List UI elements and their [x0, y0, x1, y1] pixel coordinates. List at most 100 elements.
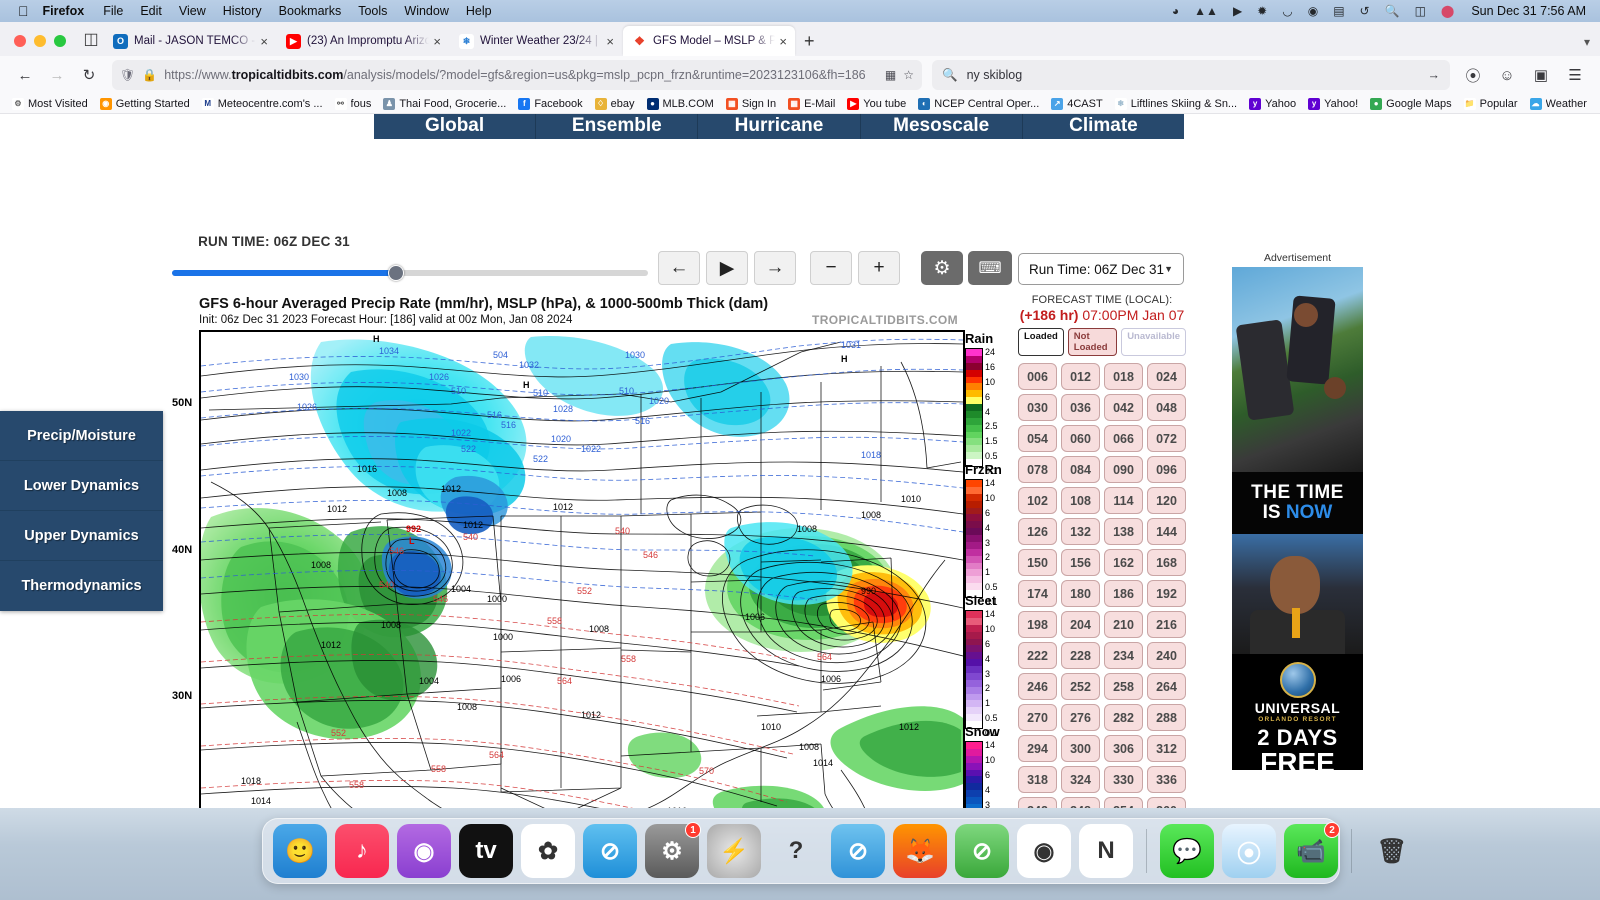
forecast-hour-button-084[interactable]: 084 [1061, 456, 1100, 483]
malwarebytes-icon[interactable]: ▲▲ [1194, 4, 1218, 18]
forecast-hour-button-156[interactable]: 156 [1061, 549, 1100, 576]
close-window-button[interactable] [14, 35, 26, 47]
menu-item-help[interactable]: Help [466, 4, 492, 18]
lock-warning-icon[interactable]: 🔒 [142, 68, 157, 82]
search-bar[interactable]: 🔍 ny skiblog → [932, 60, 1450, 90]
forecast-hour-button-306[interactable]: 306 [1104, 735, 1143, 762]
dock-item-firefox[interactable]: 🦊 [893, 824, 947, 878]
search-input[interactable]: ny skiblog [967, 68, 1419, 82]
search-icon[interactable]: 🔍 [1385, 4, 1400, 18]
bookmark-meteocentre[interactable]: MMeteocentre.com's ... [196, 97, 329, 111]
nav-tab-mesoscale[interactable]: Mesoscale [861, 114, 1023, 139]
run-time-select[interactable]: Run Time: 06Z Dec 31 ▼ [1018, 253, 1184, 285]
forecast-hour-button-018[interactable]: 018 [1104, 363, 1143, 390]
forecast-hour-button-264[interactable]: 264 [1147, 673, 1186, 700]
back-button[interactable]: ← [10, 60, 40, 90]
menu-item-view[interactable]: View [179, 4, 206, 18]
close-tab-icon[interactable]: × [260, 35, 268, 48]
browser-tab-0[interactable]: O Mail - JASON TEMCO - Outlook × [104, 26, 276, 56]
menu-item-history[interactable]: History [223, 4, 262, 18]
browser-tab-1[interactable]: ▶ (23) An Impromptu Arizona Bow × [277, 26, 449, 56]
forecast-hour-button-162[interactable]: 162 [1104, 549, 1143, 576]
sidebar-toggle-icon[interactable]: ◫ [78, 26, 104, 52]
minimize-window-button[interactable] [34, 35, 46, 47]
forecast-hour-button-330[interactable]: 330 [1104, 766, 1143, 793]
browser-tab-3-active[interactable]: ❖ GFS Model – MSLP & Precip (Ra × [623, 26, 795, 56]
dock-item-facetime[interactable]: 📹2 [1284, 824, 1338, 878]
forecast-hour-button-024[interactable]: 024 [1147, 363, 1186, 390]
forecast-hour-button-036[interactable]: 036 [1061, 394, 1100, 421]
bookmark-mlb[interactable]: ●MLB.COM [641, 97, 720, 111]
bookmark-google-maps[interactable]: ●Google Maps [1364, 97, 1457, 111]
forecast-hour-button-258[interactable]: 258 [1104, 673, 1143, 700]
forecast-hour-button-048[interactable]: 048 [1147, 394, 1186, 421]
play-button[interactable]: ▶ [706, 251, 748, 285]
bookmark-thai-food[interactable]: ♟Thai Food, Grocerie... [377, 97, 512, 111]
forecast-hour-button-336[interactable]: 336 [1147, 766, 1186, 793]
forecast-hour-button-204[interactable]: 204 [1061, 611, 1100, 638]
bookmark-getting-started[interactable]: ◉Getting Started [94, 97, 196, 111]
menu-item-bookmarks[interactable]: Bookmarks [279, 4, 342, 18]
forecast-hour-button-066[interactable]: 066 [1104, 425, 1143, 452]
forecast-hour-button-192[interactable]: 192 [1147, 580, 1186, 607]
forecast-hour-button-210[interactable]: 210 [1104, 611, 1143, 638]
bookmark-star-icon[interactable]: ☆ [903, 68, 914, 82]
display-color-icon[interactable]: ⬤ [1441, 4, 1454, 18]
bookmark-fous[interactable]: ⚯fous [329, 97, 378, 111]
bookmark-4cast[interactable]: ↗4CAST [1045, 97, 1108, 111]
model-map[interactable]: 103410321031 10305041030 1026510510 5101… [199, 330, 965, 848]
bookmarks-overflow-chevron-icon[interactable]: » [1593, 96, 1600, 112]
forecast-hour-button-168[interactable]: 168 [1147, 549, 1186, 576]
forecast-hour-button-276[interactable]: 276 [1061, 704, 1100, 731]
save-to-pocket-icon[interactable]: ⦿ [1458, 60, 1488, 90]
reload-button[interactable]: ↻ [74, 60, 104, 90]
slider-knob[interactable] [388, 265, 404, 281]
forecast-hour-button-318[interactable]: 318 [1018, 766, 1057, 793]
forecast-hour-button-228[interactable]: 228 [1061, 642, 1100, 669]
next-frame-button[interactable]: → [754, 251, 796, 285]
siri-icon[interactable]: ◕ [1172, 4, 1179, 18]
bookmark-liftlines[interactable]: ❄Liftlines Skiing & Sn... [1109, 97, 1243, 111]
dock-item-photos[interactable]: ✿ [521, 824, 575, 878]
slider-track[interactable] [172, 270, 648, 276]
forecast-hour-button-054[interactable]: 054 [1018, 425, 1057, 452]
nav-tab-climate[interactable]: Climate [1023, 114, 1184, 139]
nav-tab-global[interactable]: Global [374, 114, 536, 139]
forecast-hour-button-078[interactable]: 078 [1018, 456, 1057, 483]
advertisement-creative[interactable]: THE TIME IS NOW UNIVERSAL ORLANDO RESORT… [1232, 267, 1363, 770]
forecast-hour-button-072[interactable]: 072 [1147, 425, 1186, 452]
forecast-hour-button-300[interactable]: 300 [1061, 735, 1100, 762]
forecast-hour-button-240[interactable]: 240 [1147, 642, 1186, 669]
forecast-hour-button-126[interactable]: 126 [1018, 518, 1057, 545]
close-tab-icon[interactable]: × [606, 35, 614, 48]
menu-item-window[interactable]: Window [404, 4, 448, 18]
sidebar-item-thermodynamics[interactable]: Thermodynamics [0, 561, 163, 611]
forecast-hour-button-222[interactable]: 222 [1018, 642, 1057, 669]
forecast-hour-button-060[interactable]: 060 [1061, 425, 1100, 452]
forecast-hour-button-114[interactable]: 114 [1104, 487, 1143, 514]
forecast-hour-button-312[interactable]: 312 [1147, 735, 1186, 762]
menu-item-edit[interactable]: Edit [140, 4, 162, 18]
forecast-hour-button-186[interactable]: 186 [1104, 580, 1143, 607]
dock-item-chrome[interactable]: ◉ [1017, 824, 1071, 878]
user-icon[interactable]: ◉ [1308, 4, 1318, 18]
app-menu-icon[interactable]: ☰ [1560, 60, 1590, 90]
dock-item-apple-tv[interactable]: tv [459, 824, 513, 878]
zoom-out-button[interactable]: − [810, 251, 852, 285]
forecast-hour-button-144[interactable]: 144 [1147, 518, 1186, 545]
bookmark-facebook[interactable]: fFacebook [512, 97, 588, 111]
apple-logo-icon[interactable]:  [18, 4, 29, 18]
forecast-hour-button-180[interactable]: 180 [1061, 580, 1100, 607]
bookmark-ncep[interactable]: ◐NCEP Central Oper... [912, 97, 1045, 111]
bookmark-weather[interactable]: ☁Weather [1524, 97, 1593, 111]
bookmark-sign-in[interactable]: ▦Sign In [720, 97, 782, 111]
url-bar[interactable]: 🛡 🔒 https://www.tropicaltidbits.com/anal… [112, 60, 922, 90]
dock-item-blocked-app-2[interactable]: ⊘ [955, 824, 1009, 878]
play-icon[interactable]: ▶ [1233, 4, 1242, 18]
dock-item-system-settings[interactable]: ⚙1 [645, 824, 699, 878]
settings-gear-icon[interactable]: ⚙ [921, 251, 963, 285]
close-tab-icon[interactable]: × [433, 35, 441, 48]
close-tab-icon[interactable]: × [779, 35, 787, 48]
forward-button[interactable]: → [42, 60, 72, 90]
control-center-icon[interactable]: ◫ [1415, 4, 1426, 18]
